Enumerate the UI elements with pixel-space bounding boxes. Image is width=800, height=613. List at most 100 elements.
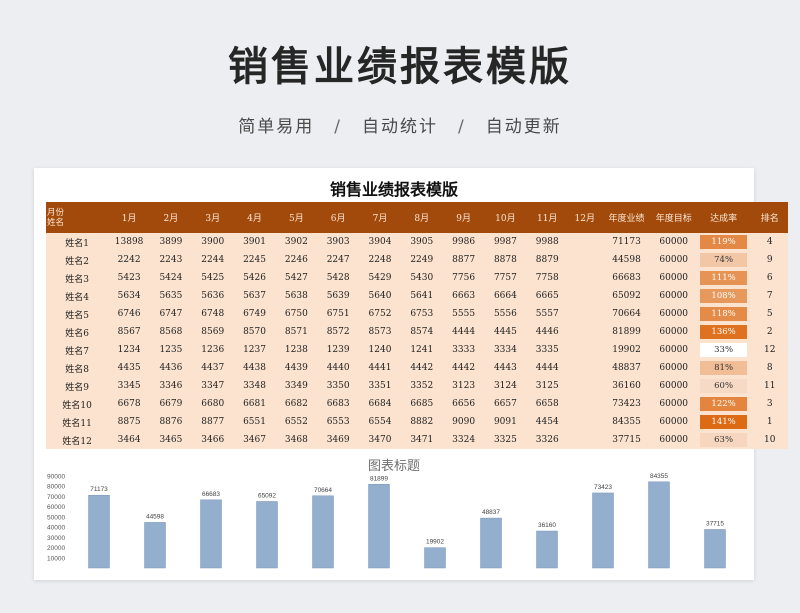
month-value: 3335 bbox=[526, 341, 569, 359]
annual-sales: 84355 bbox=[601, 413, 652, 431]
rank: 2 bbox=[751, 323, 788, 341]
month-value: 5425 bbox=[191, 269, 234, 287]
month-value: 6685 bbox=[400, 395, 443, 413]
month-value bbox=[568, 377, 602, 395]
month-value: 6664 bbox=[484, 287, 527, 305]
month-value: 4443 bbox=[484, 359, 527, 377]
month-value: 7757 bbox=[484, 269, 527, 287]
bar-data-label: 73423 bbox=[594, 484, 612, 491]
salesperson-name: 姓名12 bbox=[46, 431, 109, 449]
month-value: 3351 bbox=[359, 377, 401, 395]
month-value: 3345 bbox=[108, 377, 150, 395]
month-value: 3469 bbox=[317, 431, 360, 449]
month-value: 6656 bbox=[442, 395, 485, 413]
month-value: 6553 bbox=[317, 413, 360, 431]
month-value: 5428 bbox=[317, 269, 360, 287]
month-value: 6752 bbox=[359, 305, 401, 323]
month-value: 6681 bbox=[233, 395, 276, 413]
month-value: 13898 bbox=[108, 233, 150, 251]
month-value: 2245 bbox=[233, 251, 276, 269]
annual-target: 60000 bbox=[651, 305, 696, 323]
header-cell: 9月 bbox=[442, 202, 485, 233]
bar bbox=[200, 499, 222, 569]
annual-target: 60000 bbox=[651, 359, 696, 377]
month-value: 2249 bbox=[400, 251, 443, 269]
month-value: 6657 bbox=[484, 395, 527, 413]
month-value: 3468 bbox=[275, 431, 318, 449]
month-value bbox=[568, 305, 602, 323]
month-value: 3904 bbox=[359, 233, 401, 251]
table-row: 姓名2 2242 2243 2244 2245 2246 2247 2248 2249 8877 8… bbox=[46, 251, 788, 269]
annual-sales: 81899 bbox=[601, 323, 652, 341]
salesperson-name: 姓名1 bbox=[46, 233, 109, 251]
annual-target: 60000 bbox=[651, 269, 696, 287]
month-value: 5557 bbox=[526, 305, 569, 323]
bar bbox=[704, 529, 726, 569]
achievement-rate-cell: 60% bbox=[695, 377, 752, 395]
month-value: 3325 bbox=[484, 431, 527, 449]
achievement-rate-cell: 63% bbox=[695, 431, 752, 449]
month-value: 5556 bbox=[484, 305, 527, 323]
table-row: 姓名1 13898 3899 3900 3901 3902 3903 3904 3905 9986… bbox=[46, 233, 788, 251]
bar-data-label: 48837 bbox=[482, 509, 500, 516]
bar bbox=[536, 530, 558, 569]
tag-easy-to-use: 简单易用 bbox=[238, 117, 315, 137]
month-value: 8877 bbox=[442, 251, 485, 269]
month-value: 3465 bbox=[150, 431, 192, 449]
month-value: 7758 bbox=[526, 269, 569, 287]
header-cell: 12月 bbox=[568, 202, 602, 233]
salesperson-name: 姓名10 bbox=[46, 395, 109, 413]
month-value: 5430 bbox=[400, 269, 443, 287]
month-value: 3324 bbox=[442, 431, 485, 449]
annual-sales: 36160 bbox=[601, 377, 652, 395]
spreadsheet-preview: 销售业绩报表模版 月份 姓名 1月 2月 3月 4月 5月 6月 7月 8月 9… bbox=[34, 168, 788, 580]
month-value bbox=[568, 431, 602, 449]
month-value: 3326 bbox=[526, 431, 569, 449]
annual-target: 60000 bbox=[651, 341, 696, 359]
month-value: 5638 bbox=[275, 287, 318, 305]
salesperson-name: 姓名2 bbox=[46, 251, 109, 269]
achievement-rate-cell: 33% bbox=[695, 341, 752, 359]
month-value: 5635 bbox=[150, 287, 192, 305]
month-value: 7756 bbox=[442, 269, 485, 287]
achievement-rate-cell: 141% bbox=[695, 413, 752, 431]
month-value: 3334 bbox=[484, 341, 527, 359]
month-value bbox=[568, 395, 602, 413]
month-value: 9986 bbox=[442, 233, 485, 251]
month-value: 4444 bbox=[526, 359, 569, 377]
month-value: 6663 bbox=[442, 287, 485, 305]
month-value: 8572 bbox=[317, 323, 360, 341]
month-value: 6753 bbox=[400, 305, 443, 323]
month-value: 4435 bbox=[108, 359, 150, 377]
annual-target: 60000 bbox=[651, 395, 696, 413]
y-tick-label: 50000 bbox=[47, 514, 65, 521]
annual-sales: 70664 bbox=[601, 305, 652, 323]
bar bbox=[592, 492, 614, 569]
month-value: 5639 bbox=[317, 287, 360, 305]
month-value: 3471 bbox=[400, 431, 443, 449]
salesperson-name: 姓名6 bbox=[46, 323, 109, 341]
annual-sales: 66683 bbox=[601, 269, 652, 287]
rank: 10 bbox=[751, 431, 788, 449]
month-value: 6678 bbox=[108, 395, 150, 413]
month-value: 1234 bbox=[108, 341, 150, 359]
month-value: 5427 bbox=[275, 269, 318, 287]
month-value: 4441 bbox=[359, 359, 401, 377]
month-value: 1238 bbox=[275, 341, 318, 359]
header-cell: 8月 bbox=[400, 202, 443, 233]
month-value: 6679 bbox=[150, 395, 192, 413]
annual-target: 60000 bbox=[651, 287, 696, 305]
month-value: 6683 bbox=[317, 395, 360, 413]
achievement-rate: 74% bbox=[699, 253, 748, 267]
bar bbox=[480, 517, 502, 569]
bar-data-label: 44598 bbox=[146, 513, 164, 520]
bar bbox=[88, 494, 110, 569]
month-value: 8875 bbox=[108, 413, 150, 431]
table-row: 姓名7 1234 1235 1236 1237 1238 1239 1240 1241 3333 3… bbox=[46, 341, 788, 359]
month-value: 5640 bbox=[359, 287, 401, 305]
achievement-rate: 119% bbox=[699, 235, 748, 249]
annual-sales: 73423 bbox=[601, 395, 652, 413]
achievement-rate-cell: 81% bbox=[695, 359, 752, 377]
month-value: 6751 bbox=[317, 305, 360, 323]
achievement-rate: 33% bbox=[699, 343, 748, 357]
